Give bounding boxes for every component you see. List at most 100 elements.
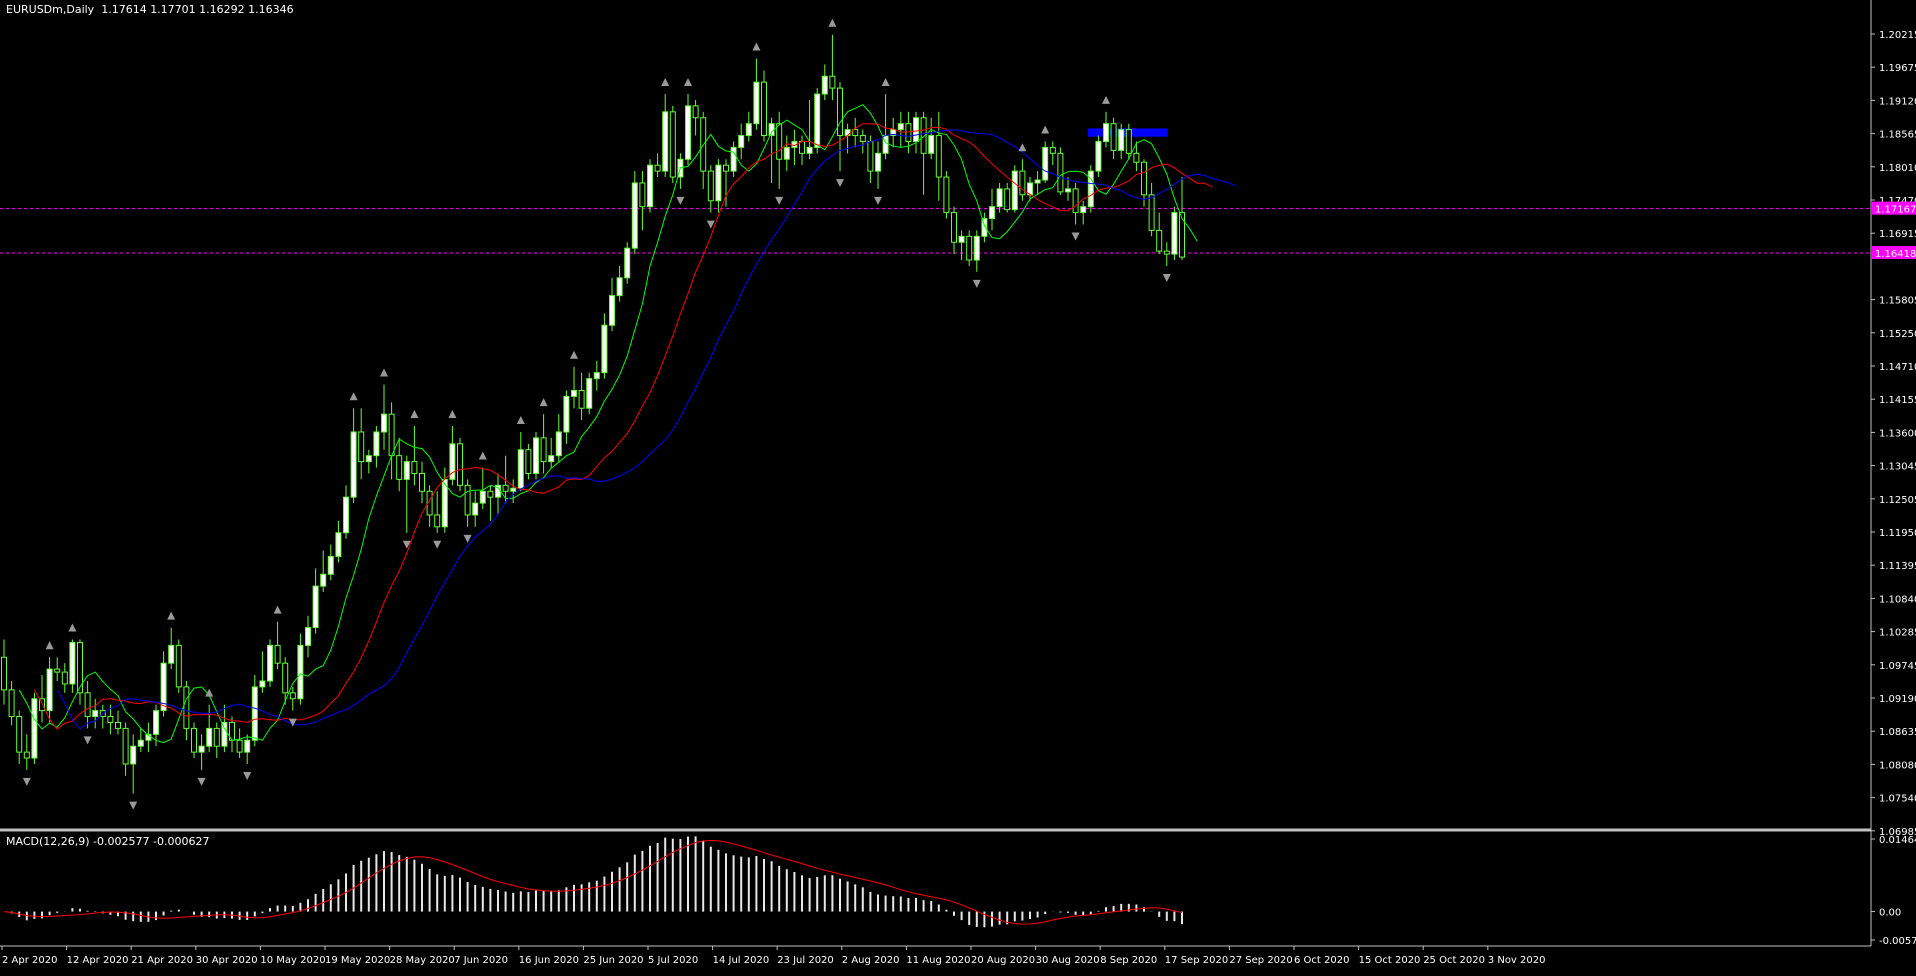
- candle-body: [1065, 188, 1071, 193]
- candle-body: [631, 182, 638, 249]
- candle-body: [365, 455, 372, 463]
- candle-body: [958, 235, 965, 243]
- candle-body: [1, 656, 7, 691]
- candle-body: [1141, 161, 1147, 196]
- candle-body: [586, 378, 593, 409]
- candle-body: [1087, 170, 1094, 208]
- candle-body: [897, 123, 904, 131]
- fractal-up-marker: [478, 451, 487, 460]
- candle-body: [1171, 212, 1178, 255]
- candle-body: [305, 627, 311, 646]
- fractal-up-marker: [881, 78, 890, 87]
- date-tick-label: 6 Oct 2020: [1294, 955, 1349, 966]
- candle-body: [715, 164, 722, 202]
- price-tick-label: 1.13045: [1879, 462, 1916, 473]
- price-tick-label: 1.11395: [1879, 561, 1916, 572]
- candle-body: [327, 555, 334, 575]
- fractal-down-marker: [83, 736, 92, 745]
- candle-body: [616, 277, 623, 297]
- candle-body: [168, 644, 175, 664]
- fractal-down-marker: [676, 196, 685, 205]
- candle-body: [267, 644, 273, 682]
- fractal-up-marker: [1018, 143, 1027, 152]
- candle-body: [335, 532, 342, 557]
- date-tick-label: 23 Jul 2020: [777, 955, 834, 966]
- candle-body: [548, 455, 555, 463]
- price-tick-label: 1.07540: [1879, 794, 1916, 805]
- candle-body: [647, 164, 653, 208]
- candle-body: [1034, 179, 1041, 184]
- candle-body: [821, 75, 828, 95]
- candle-body: [115, 721, 121, 729]
- fractal-up-marker: [448, 410, 457, 419]
- candle-body: [1072, 188, 1079, 214]
- candle-body: [563, 395, 570, 433]
- candle-body: [92, 710, 99, 718]
- candle-body: [31, 698, 38, 759]
- chart-header: EURUSDm,Daily 1.17614 1.17701 1.16292 1.…: [6, 3, 294, 16]
- fractal-up-marker: [828, 18, 837, 27]
- candle-body: [297, 644, 304, 700]
- candle-body: [16, 716, 23, 753]
- candle-body: [137, 739, 144, 747]
- candle-body: [221, 721, 228, 747]
- fractal-down-marker: [433, 540, 442, 549]
- candle-body: [723, 164, 729, 172]
- candle-body: [419, 472, 425, 492]
- candle-body: [312, 585, 319, 629]
- candle-body: [1118, 129, 1125, 151]
- fractal-down-marker: [874, 196, 882, 205]
- candle-body: [1133, 152, 1140, 163]
- price-tick-label: 1.09190: [1879, 694, 1916, 705]
- candle-body: [320, 573, 327, 587]
- candle-body: [510, 487, 517, 492]
- ohlc-label: 1.17614 1.17701 1.16292 1.16346: [101, 3, 294, 16]
- fractal-up-marker: [167, 611, 176, 620]
- fractal-down-marker: [972, 279, 981, 288]
- candle-body: [928, 135, 935, 154]
- fractal-down-marker: [463, 534, 472, 543]
- date-tick-label: 17 Sep 2020: [1165, 955, 1228, 966]
- candle-body: [130, 745, 137, 765]
- fractal-up-marker: [516, 415, 525, 424]
- candle-body: [403, 461, 410, 480]
- candle-body: [829, 75, 836, 89]
- date-tick-label: 16 Jun 2020: [519, 955, 579, 966]
- fractal-up-marker: [380, 368, 388, 377]
- candle-body: [381, 413, 387, 433]
- date-tick-label: 7 Jun 2020: [454, 955, 508, 966]
- candle-body: [251, 686, 258, 741]
- candle-body: [198, 745, 205, 753]
- candle-body: [806, 146, 813, 154]
- date-tick-label: 25 Jun 2020: [583, 955, 643, 966]
- candle-body: [213, 727, 220, 747]
- candle-body: [54, 668, 61, 673]
- price-marker-label: 1.16418: [1875, 249, 1916, 260]
- candle-body: [274, 644, 281, 664]
- fractal-up-marker: [539, 398, 548, 407]
- ma-fast-line: [18, 104, 1198, 744]
- candle-body: [343, 496, 349, 534]
- fractal-up-marker: [752, 42, 761, 51]
- candle-body: [730, 146, 737, 172]
- macd-tick-label: 0.00: [1879, 908, 1901, 919]
- price-tick-label: 1.12505: [1879, 495, 1916, 506]
- candle-body: [1004, 188, 1011, 211]
- candle-body: [183, 686, 190, 729]
- fractal-down-marker: [197, 777, 206, 786]
- ma-slow-line: [56, 129, 1236, 730]
- candle-body: [1125, 129, 1132, 154]
- fractal-up-marker: [1102, 95, 1110, 104]
- date-tick-label: 20 Aug 2020: [971, 955, 1035, 966]
- price-tick-label: 1.09745: [1879, 661, 1916, 672]
- fractal-down-marker: [836, 179, 844, 188]
- price-tick-label: 1.08635: [1879, 727, 1916, 738]
- fractal-up-marker: [684, 78, 692, 87]
- candle-body: [472, 502, 479, 516]
- price-tick-label: 1.19675: [1879, 63, 1916, 74]
- fractal-down-marker: [243, 771, 252, 780]
- candle-body: [776, 123, 783, 160]
- candle-body: [84, 692, 91, 718]
- candle-body: [905, 123, 912, 142]
- candle-body: [107, 716, 114, 723]
